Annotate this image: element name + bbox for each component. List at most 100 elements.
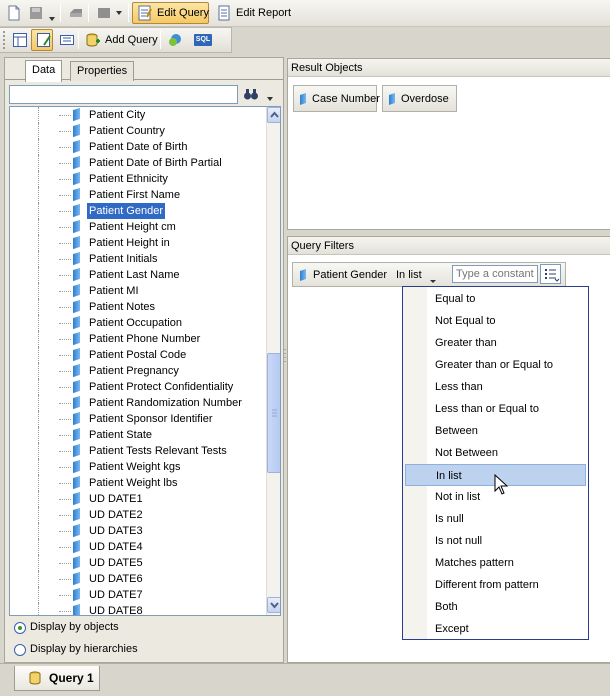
operator-option[interactable]: Is not null	[403, 530, 588, 552]
operator-option[interactable]: Less than or Equal to	[403, 398, 588, 420]
save-button[interactable]	[24, 2, 48, 24]
tree-item[interactable]: Patient Ethnicity	[10, 171, 265, 187]
tree-item[interactable]: Patient Weight lbs	[10, 475, 265, 491]
dimension-object-icon	[73, 299, 80, 314]
chevron-down-icon	[267, 97, 273, 101]
tree-item[interactable]: Patient Weight kgs	[10, 459, 265, 475]
tree-connector	[59, 547, 71, 548]
search-options-dropdown[interactable]	[267, 92, 273, 104]
add-query-button[interactable]: Add Query	[81, 29, 162, 51]
tree-item[interactable]: Patient Notes	[10, 299, 265, 315]
mouse-cursor-icon	[494, 474, 508, 495]
edit-query-button[interactable]: Edit Query	[132, 2, 209, 24]
operator-option[interactable]: Different from pattern	[403, 574, 588, 596]
scroll-up-button[interactable]	[267, 107, 280, 123]
tree-item[interactable]: UD DATE6	[10, 571, 265, 587]
operator-option[interactable]: Except	[403, 618, 588, 640]
query-panel-toggle-button[interactable]	[31, 29, 53, 51]
query-filters-title: Query Filters	[288, 237, 610, 255]
operator-option[interactable]: Not Between	[403, 442, 588, 464]
scroll-down-button[interactable]	[267, 597, 280, 613]
tree-item[interactable]: UD DATE7	[10, 587, 265, 603]
print-button[interactable]	[64, 2, 88, 24]
new-document-button[interactable]	[2, 2, 26, 24]
data-provider-button[interactable]	[163, 29, 187, 51]
edit-report-button[interactable]: Edit Report	[212, 2, 295, 24]
constant-input[interactable]	[452, 265, 538, 283]
list-icon	[545, 269, 560, 282]
tree-item[interactable]: Patient Postal Code	[10, 347, 265, 363]
tree-connector	[59, 371, 71, 372]
tree-item[interactable]: Patient Date of Birth	[10, 139, 265, 155]
operator-option[interactable]: Between	[403, 420, 588, 442]
tree-item[interactable]: Patient Pregnancy	[10, 363, 265, 379]
save-dropdown-caret[interactable]	[49, 12, 55, 24]
operator-option[interactable]: Not Equal to	[403, 310, 588, 332]
print-icon	[70, 9, 82, 17]
operator-option[interactable]: Greater than or Equal to	[403, 354, 588, 376]
radio-unchecked[interactable]	[14, 644, 26, 656]
operator-option[interactable]: Less than	[403, 376, 588, 398]
toolbar-grip[interactable]	[3, 31, 6, 49]
operator-option[interactable]: Greater than	[403, 332, 588, 354]
tree-item-label: Patient Phone Number	[89, 333, 201, 345]
tree-item[interactable]: Patient Height cm	[10, 219, 265, 235]
tree-item[interactable]: UD DATE5	[10, 555, 265, 571]
tree-item[interactable]: Patient Tests Relevant Tests	[10, 443, 265, 459]
tree-item[interactable]: Patient Phone Number	[10, 331, 265, 347]
tree-item[interactable]: UD DATE2	[10, 507, 265, 523]
tree-item[interactable]: Patient Sponsor Identifier	[10, 411, 265, 427]
tree-item[interactable]: Patient City	[10, 107, 265, 123]
result-object-overdose[interactable]: Overdose	[382, 85, 457, 112]
tree-item[interactable]: Patient Last Name	[10, 267, 265, 283]
dimension-object-icon	[73, 347, 80, 362]
operator-option[interactable]: Matches pattern	[403, 552, 588, 574]
binoculars-icon	[244, 89, 258, 100]
tree-item[interactable]: UD DATE1	[10, 491, 265, 507]
query-icon	[29, 671, 41, 685]
tree-item[interactable]: Patient Initials	[10, 251, 265, 267]
find-button[interactable]	[241, 84, 261, 104]
tree-item[interactable]: Patient First Name	[10, 187, 265, 203]
tree-connector	[59, 387, 71, 388]
tree-item[interactable]: Patient State	[10, 427, 265, 443]
operator-option[interactable]: Is null	[403, 508, 588, 530]
toolbar-separator	[60, 4, 61, 22]
sql-button[interactable]: SQL	[190, 29, 216, 51]
radio-checked[interactable]	[14, 622, 26, 634]
tree-item[interactable]: Patient Protect Confidentiality	[10, 379, 265, 395]
display-by-objects-label: Display by objects	[30, 621, 119, 633]
dimension-object-icon	[73, 411, 80, 426]
tab-properties[interactable]: Properties	[70, 61, 135, 81]
filter-operator-dropdown[interactable]: In list	[396, 265, 446, 285]
tree-item[interactable]: Patient Height in	[10, 235, 265, 251]
table-icon	[13, 33, 27, 47]
outline-button[interactable]	[55, 29, 79, 51]
tree-connector	[59, 195, 71, 196]
tree-item[interactable]: Patient Occupation	[10, 315, 265, 331]
dimension-object-icon	[73, 251, 80, 266]
tree-item[interactable]: Patient Randomization Number	[10, 395, 265, 411]
tab-query-1[interactable]: Query 1	[14, 666, 100, 691]
tree-guide-line	[38, 443, 39, 459]
tree-item[interactable]: Patient MI	[10, 283, 265, 299]
result-object-case-number[interactable]: Case Number	[293, 85, 380, 112]
tree-item[interactable]: UD DATE3	[10, 523, 265, 539]
tree-item-label: Patient Ethnicity	[89, 173, 168, 185]
tree-item[interactable]: Patient Gender	[10, 203, 265, 219]
tab-data[interactable]: Data	[25, 60, 63, 82]
value-list-button[interactable]	[540, 264, 561, 284]
tree-item[interactable]: UD DATE8	[10, 603, 265, 615]
query-panel-button[interactable]	[8, 29, 32, 51]
tree-item[interactable]: Patient Country	[10, 123, 265, 139]
dimension-object-icon	[73, 427, 80, 442]
scroll-thumb[interactable]	[267, 353, 280, 473]
view-button[interactable]	[92, 2, 126, 24]
operator-option[interactable]: Equal to	[403, 288, 588, 310]
tree-item[interactable]: UD DATE4	[10, 539, 265, 555]
object-search-input[interactable]	[9, 85, 238, 104]
result-objects-panel: Result Objects Case Number Overdose	[287, 58, 610, 230]
operator-option[interactable]: Both	[403, 596, 588, 618]
tree-scrollbar[interactable]	[266, 107, 280, 615]
tree-item[interactable]: Patient Date of Birth Partial	[10, 155, 265, 171]
